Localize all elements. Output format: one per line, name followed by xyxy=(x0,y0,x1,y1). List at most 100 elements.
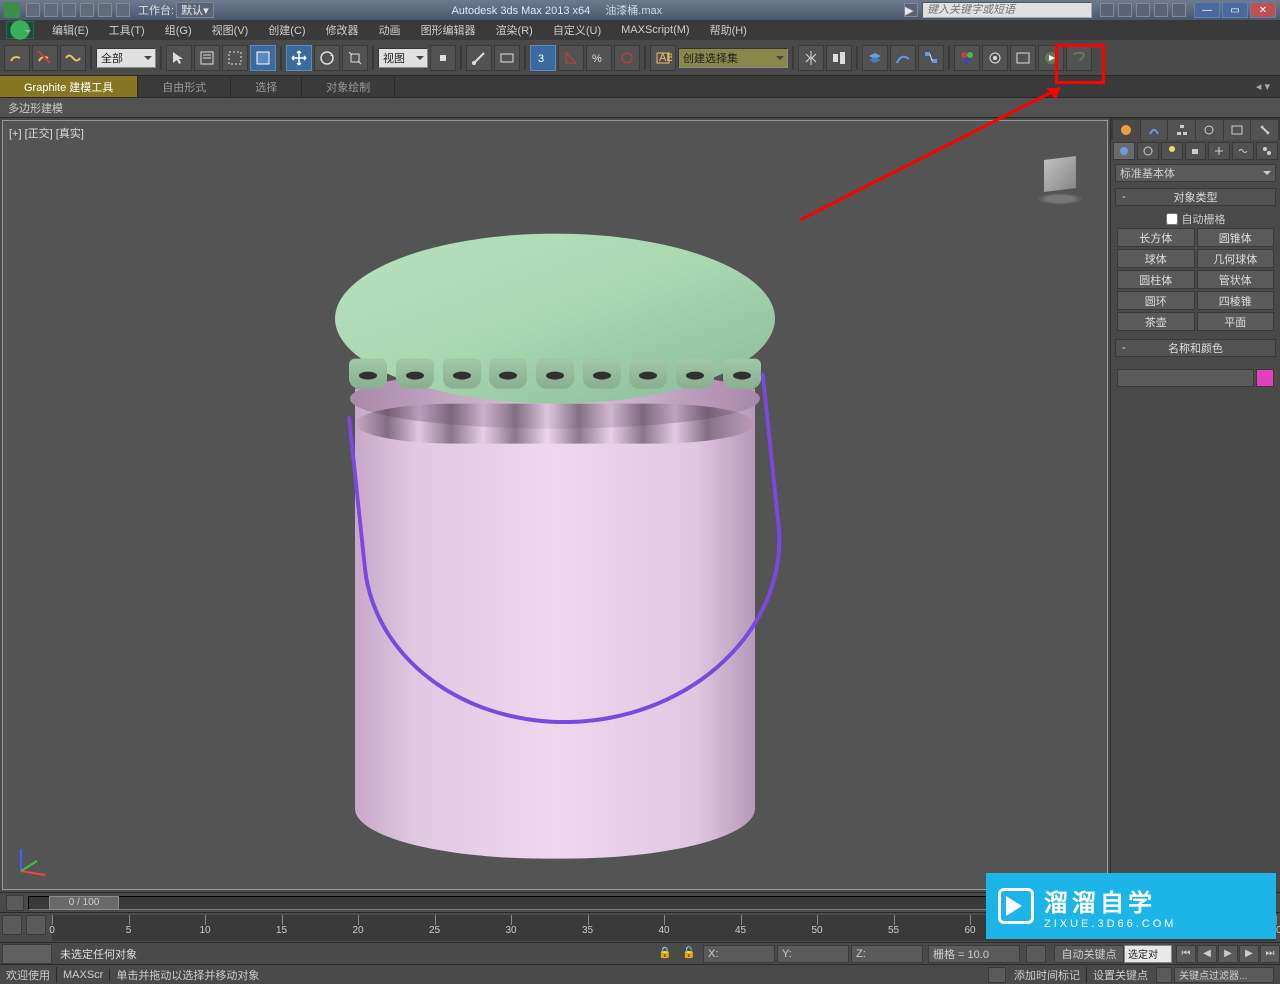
primitive-teapot[interactable]: 茶壶 xyxy=(1117,312,1195,331)
exchange-icon[interactable] xyxy=(1136,3,1150,17)
goto-start-icon[interactable]: ⏮ xyxy=(1176,945,1196,963)
viewcube[interactable] xyxy=(1033,151,1087,205)
menu-tools[interactable]: 工具(T) xyxy=(99,20,155,40)
prev-frame-icon[interactable]: ◀ xyxy=(1197,945,1217,963)
selection-filter-combo[interactable]: 全部 xyxy=(96,48,156,68)
workspace-combo[interactable]: 默认 ▾ xyxy=(176,2,214,18)
menu-group[interactable]: 组(G) xyxy=(155,20,202,40)
isolate-icon[interactable] xyxy=(1026,945,1046,963)
qat-save-icon[interactable] xyxy=(62,3,76,17)
render-production-icon[interactable] xyxy=(1038,45,1064,71)
menu-customize[interactable]: 自定义(U) xyxy=(543,20,611,40)
autokey-button[interactable]: 自动关键点 xyxy=(1054,945,1124,963)
select-and-rotate-icon[interactable] xyxy=(314,45,340,71)
wrench-icon[interactable] xyxy=(1118,3,1132,17)
cat-spacewarps-icon[interactable] xyxy=(1232,142,1254,160)
timeslider-thumb[interactable]: 0 / 100 xyxy=(49,896,119,910)
primitive-sphere[interactable]: 球体 xyxy=(1117,249,1195,268)
layer-manager-icon[interactable] xyxy=(862,45,888,71)
cp-tab-hierarchy-icon[interactable] xyxy=(1168,120,1195,140)
cat-systems-icon[interactable] xyxy=(1256,142,1278,160)
cat-helpers-icon[interactable] xyxy=(1208,142,1230,160)
menu-maxscript[interactable]: MAXScript(M) xyxy=(611,20,699,40)
mirror-icon[interactable] xyxy=(798,45,824,71)
autogrid-checkbox[interactable] xyxy=(1166,213,1178,225)
cat-shapes-icon[interactable] xyxy=(1137,142,1159,160)
menu-views[interactable]: 视图(V) xyxy=(202,20,259,40)
coord-x[interactable]: X: xyxy=(703,945,775,963)
primitive-tube[interactable]: 管状体 xyxy=(1197,270,1275,289)
next-frame-icon[interactable]: ▶ xyxy=(1239,945,1259,963)
spinner-snap-icon[interactable] xyxy=(614,45,640,71)
reference-coord-combo[interactable]: 视图 xyxy=(378,48,428,68)
window-crossing-icon[interactable] xyxy=(250,45,276,71)
geometry-category-combo[interactable]: 标准基本体 xyxy=(1115,164,1276,182)
ribbon-panel-polymodel[interactable]: 多边形建模 xyxy=(8,100,63,116)
rollout-object-type[interactable]: 对象类型 xyxy=(1115,188,1276,206)
close-button[interactable]: ✕ xyxy=(1250,2,1276,18)
render-setup-icon[interactable] xyxy=(982,45,1008,71)
cp-tab-utilities-icon[interactable] xyxy=(1251,120,1278,140)
play-icon[interactable]: ▶ xyxy=(1218,945,1238,963)
binoculars-icon[interactable] xyxy=(1100,3,1114,17)
primitive-pyramid[interactable]: 四棱锥 xyxy=(1197,291,1275,310)
object-name-input[interactable] xyxy=(1117,369,1254,387)
link-icon[interactable] xyxy=(4,45,30,71)
keyboard-shortcut-toggle-icon[interactable] xyxy=(494,45,520,71)
percent-snap-icon[interactable]: % xyxy=(586,45,612,71)
select-object-icon[interactable] xyxy=(166,45,192,71)
timeline-cfg-icon[interactable] xyxy=(2,915,22,935)
schematic-view-icon[interactable] xyxy=(918,45,944,71)
search-input[interactable] xyxy=(922,2,1092,18)
qat-undo-icon[interactable] xyxy=(80,3,94,17)
primitive-plane[interactable]: 平面 xyxy=(1197,312,1275,331)
primitive-geosphere[interactable]: 几何球体 xyxy=(1197,249,1275,268)
qat-project-icon[interactable] xyxy=(116,3,130,17)
object-color-swatch[interactable] xyxy=(1256,369,1274,387)
select-and-manipulate-icon[interactable] xyxy=(466,45,492,71)
timetag-icon[interactable] xyxy=(988,967,1006,983)
edit-named-selection-icon[interactable]: AB xyxy=(650,45,676,71)
menu-animation[interactable]: 动画 xyxy=(369,20,411,40)
qat-redo-icon[interactable] xyxy=(98,3,112,17)
ribbon-tab-graphite[interactable]: Graphite 建模工具 xyxy=(0,76,138,97)
menu-help[interactable]: 帮助(H) xyxy=(700,20,757,40)
selection-lock-combo[interactable]: 选定对 xyxy=(1124,945,1172,963)
ribbon-collapse-icon[interactable]: ◂ ▾ xyxy=(395,76,1280,97)
cp-tab-modify-icon[interactable] xyxy=(1141,120,1168,140)
cp-tab-motion-icon[interactable] xyxy=(1196,120,1223,140)
snaps-toggle-icon[interactable]: 3 xyxy=(530,45,556,71)
primitive-torus[interactable]: 圆环 xyxy=(1117,291,1195,310)
coord-z[interactable]: Z: xyxy=(851,945,923,963)
star-icon[interactable] xyxy=(1154,3,1168,17)
qat-open-icon[interactable] xyxy=(44,3,58,17)
timeline-key-icon[interactable] xyxy=(26,915,46,935)
select-and-move-icon[interactable] xyxy=(286,45,312,71)
cat-cameras-icon[interactable] xyxy=(1185,142,1207,160)
material-editor-icon[interactable] xyxy=(954,45,980,71)
primitive-cone[interactable]: 圆锥体 xyxy=(1197,228,1275,247)
ribbon-tab-objectpaint[interactable]: 对象绘制 xyxy=(302,76,395,97)
goto-end-icon[interactable]: ⏭ xyxy=(1260,945,1280,963)
angle-snap-icon[interactable] xyxy=(558,45,584,71)
render-iterative-icon[interactable] xyxy=(1066,45,1092,71)
viewport[interactable]: [+] [正交] [真实] xyxy=(2,120,1108,890)
keymode-icon[interactable] xyxy=(1156,967,1172,983)
set-key-button[interactable]: 设置关键点 xyxy=(1086,967,1154,983)
cp-tab-display-icon[interactable] xyxy=(1224,120,1251,140)
unlink-icon[interactable] xyxy=(32,45,58,71)
maxscript-label[interactable]: MAXScr xyxy=(57,969,110,981)
qat-new-icon[interactable] xyxy=(26,3,40,17)
add-timetag[interactable]: 添加时间标记 xyxy=(1008,967,1086,983)
menu-edit[interactable]: 编辑(E) xyxy=(42,20,99,40)
key-filters-combo[interactable]: 关键点过滤器... xyxy=(1174,967,1274,983)
coord-y[interactable]: Y: xyxy=(777,945,849,963)
infocenter-play-icon[interactable]: ▶ xyxy=(904,3,918,17)
ribbon-tab-selection[interactable]: 选择 xyxy=(231,76,302,97)
named-selection-combo[interactable]: 创建选择集 xyxy=(678,48,788,68)
lock-transform-icon[interactable]: 🔓 xyxy=(682,946,698,962)
viewport-label[interactable]: [+] [正交] [真实] xyxy=(9,125,84,141)
cat-lights-icon[interactable] xyxy=(1161,142,1183,160)
menu-create[interactable]: 创建(C) xyxy=(258,20,315,40)
menu-grapheditors[interactable]: 图形编辑器 xyxy=(411,20,486,40)
